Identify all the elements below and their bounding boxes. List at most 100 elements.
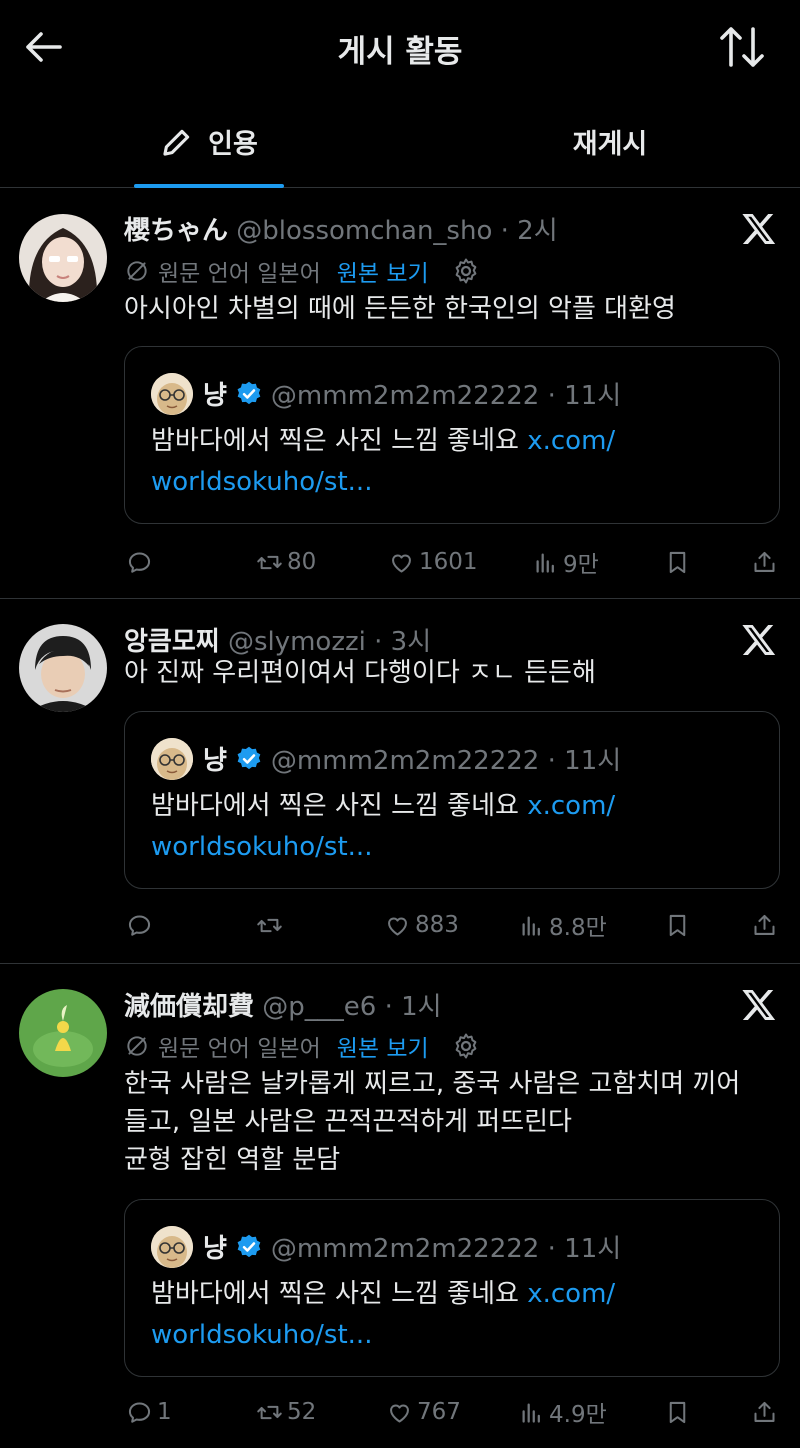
post-text: 아시아인 차별의 때에 든든한 한국인의 악플 대환영 [124, 294, 676, 324]
avatar-photo [19, 624, 107, 712]
sort-button[interactable] [718, 24, 766, 70]
view-original-link[interactable]: 원본 보기 [337, 254, 429, 288]
share-icon [751, 1399, 778, 1426]
views-icon [532, 549, 559, 576]
view-count: 4.9만 [549, 1402, 607, 1428]
quoted-link-continued[interactable]: worldsokuho/st... [151, 467, 372, 497]
action-bar: 80 1601 9만 [124, 542, 784, 582]
bookmark-button[interactable] [664, 1392, 691, 1432]
like-button[interactable]: 1601 [388, 542, 478, 582]
avatar[interactable] [19, 624, 107, 712]
like-count: 767 [417, 1399, 461, 1425]
post-author-line: 減価償却費 @p___e6 · 1시 [124, 986, 442, 1023]
quoted-link-continued[interactable]: worldsokuho/st... [151, 1320, 372, 1350]
quoted-avatar [151, 738, 193, 780]
like-button[interactable]: 883 [384, 905, 459, 945]
views-button[interactable]: 4.9만 [518, 1392, 607, 1432]
reply-button[interactable] [126, 542, 157, 582]
repost-button[interactable]: 52 [256, 1392, 316, 1432]
source-language: 원문 언어 일본어 [158, 1036, 321, 1062]
repost-button[interactable]: 80 [256, 542, 316, 582]
quoted-post[interactable]: 냥 @mmm2m2m22222 · 11시 밤바다에서 찍은 사진 느낌 좋네요… [124, 1199, 780, 1377]
views-icon [518, 912, 545, 939]
heart-icon [386, 1399, 413, 1426]
gear-icon[interactable] [451, 256, 481, 286]
bookmark-icon [664, 912, 691, 939]
tab-reposts-label: 재게시 [572, 129, 648, 160]
views-button[interactable]: 8.8만 [518, 905, 607, 945]
like-count: 883 [415, 912, 459, 938]
x-logo-icon [740, 210, 778, 248]
handle-time: @p___e6 · 1시 [262, 992, 442, 1022]
translation-notice: 원문 언어 일본어 원본 보기 [124, 254, 481, 288]
bookmark-icon [664, 1399, 691, 1426]
repost-icon [256, 912, 283, 939]
views-icon [518, 1399, 545, 1426]
view-count: 8.8만 [549, 915, 607, 941]
gear-icon[interactable] [451, 1031, 481, 1061]
translation-notice: 원문 언어 일본어 원본 보기 [124, 1029, 481, 1063]
translate-icon [124, 1033, 150, 1059]
avatar[interactable] [19, 989, 107, 1077]
repost-icon [256, 549, 283, 576]
verified-badge-icon [235, 745, 263, 773]
like-button[interactable]: 767 [386, 1392, 461, 1432]
quoted-author-line: 냥 @mmm2m2m22222 · 11시 [203, 740, 621, 777]
display-name[interactable]: 櫻ちゃん [124, 216, 228, 246]
share-button[interactable] [751, 1392, 778, 1432]
share-icon [751, 912, 778, 939]
tab-quotes-label: 인용 [208, 129, 258, 160]
handle-time: @blossomchan_sho · 2시 [236, 216, 558, 246]
repost-button[interactable] [256, 905, 287, 945]
quoted-display-name: 냥 [203, 1234, 227, 1264]
sort-arrows-icon [720, 27, 764, 67]
quoted-avatar [151, 373, 193, 415]
reply-icon [126, 912, 153, 939]
heart-icon [384, 912, 411, 939]
quoted-link[interactable]: x.com/ [527, 791, 615, 821]
bookmark-icon [664, 549, 691, 576]
action-bar: 883 8.8만 [124, 905, 784, 945]
repost-count: 80 [287, 549, 317, 575]
post-author-line: 앙큼모찌 @slymozzi · 3시 [124, 621, 431, 658]
reply-button[interactable]: 1 [126, 1392, 172, 1432]
quoted-handle-time: @mmm2m2m22222 · 11시 [270, 381, 622, 411]
translate-icon [124, 258, 150, 284]
quoted-display-name: 냥 [203, 381, 227, 411]
verified-badge-icon [235, 1233, 263, 1261]
quoted-link[interactable]: x.com/ [527, 1279, 615, 1309]
quoted-text-body: 밤바다에서 찍은 사진 느낌 좋네요 [151, 426, 528, 456]
bookmark-button[interactable] [664, 905, 691, 945]
quoted-avatar [151, 1226, 193, 1268]
post-text: 아 진짜 우리편이여서 다행이다 ㅈㄴ 든든해 [124, 658, 596, 688]
views-button[interactable]: 9만 [532, 542, 599, 582]
source-language: 원문 언어 일본어 [158, 261, 321, 287]
repost-icon [256, 1399, 283, 1426]
display-name[interactable]: 앙큼모찌 [124, 627, 220, 657]
quoted-post[interactable]: 냥 @mmm2m2m22222 · 11시 밤바다에서 찍은 사진 느낌 좋네요… [124, 711, 780, 889]
like-count: 1601 [419, 549, 478, 575]
avatar-photo [19, 989, 107, 1077]
quoted-author-line: 냥 @mmm2m2m22222 · 11시 [203, 1228, 621, 1265]
view-original-link[interactable]: 원본 보기 [337, 1029, 429, 1063]
quoted-link[interactable]: x.com/ [527, 426, 615, 456]
post[interactable]: 減価償却費 @p___e6 · 1시 원문 언어 일본어 원본 보기 한국 사람… [0, 964, 800, 1448]
handle-time: @slymozzi · 3시 [227, 627, 432, 657]
reply-button[interactable] [126, 905, 157, 945]
bookmark-button[interactable] [664, 542, 691, 582]
share-button[interactable] [751, 905, 778, 945]
quoted-post[interactable]: 냥 @mmm2m2m22222 · 11시 밤바다에서 찍은 사진 느낌 좋네요… [124, 346, 780, 524]
quoted-link-continued[interactable]: worldsokuho/st... [151, 832, 372, 862]
view-count: 9만 [563, 552, 599, 578]
post[interactable]: 앙큼모찌 @slymozzi · 3시 아 진짜 우리편이여서 다행이다 ㅈㄴ … [0, 599, 800, 964]
tab-reposts[interactable]: 재게시 [520, 95, 700, 188]
reply-icon [126, 549, 153, 576]
post[interactable]: 櫻ちゃん @blossomchan_sho · 2시 원문 언어 일본어 원본 … [0, 188, 800, 599]
share-button[interactable] [751, 542, 778, 582]
heart-icon [388, 549, 415, 576]
tab-quotes[interactable]: 인용 [134, 95, 284, 188]
avatar[interactable] [19, 214, 107, 302]
display-name[interactable]: 減価償却費 [124, 992, 254, 1022]
verified-badge-icon [235, 380, 263, 408]
x-logo-icon [740, 986, 778, 1024]
